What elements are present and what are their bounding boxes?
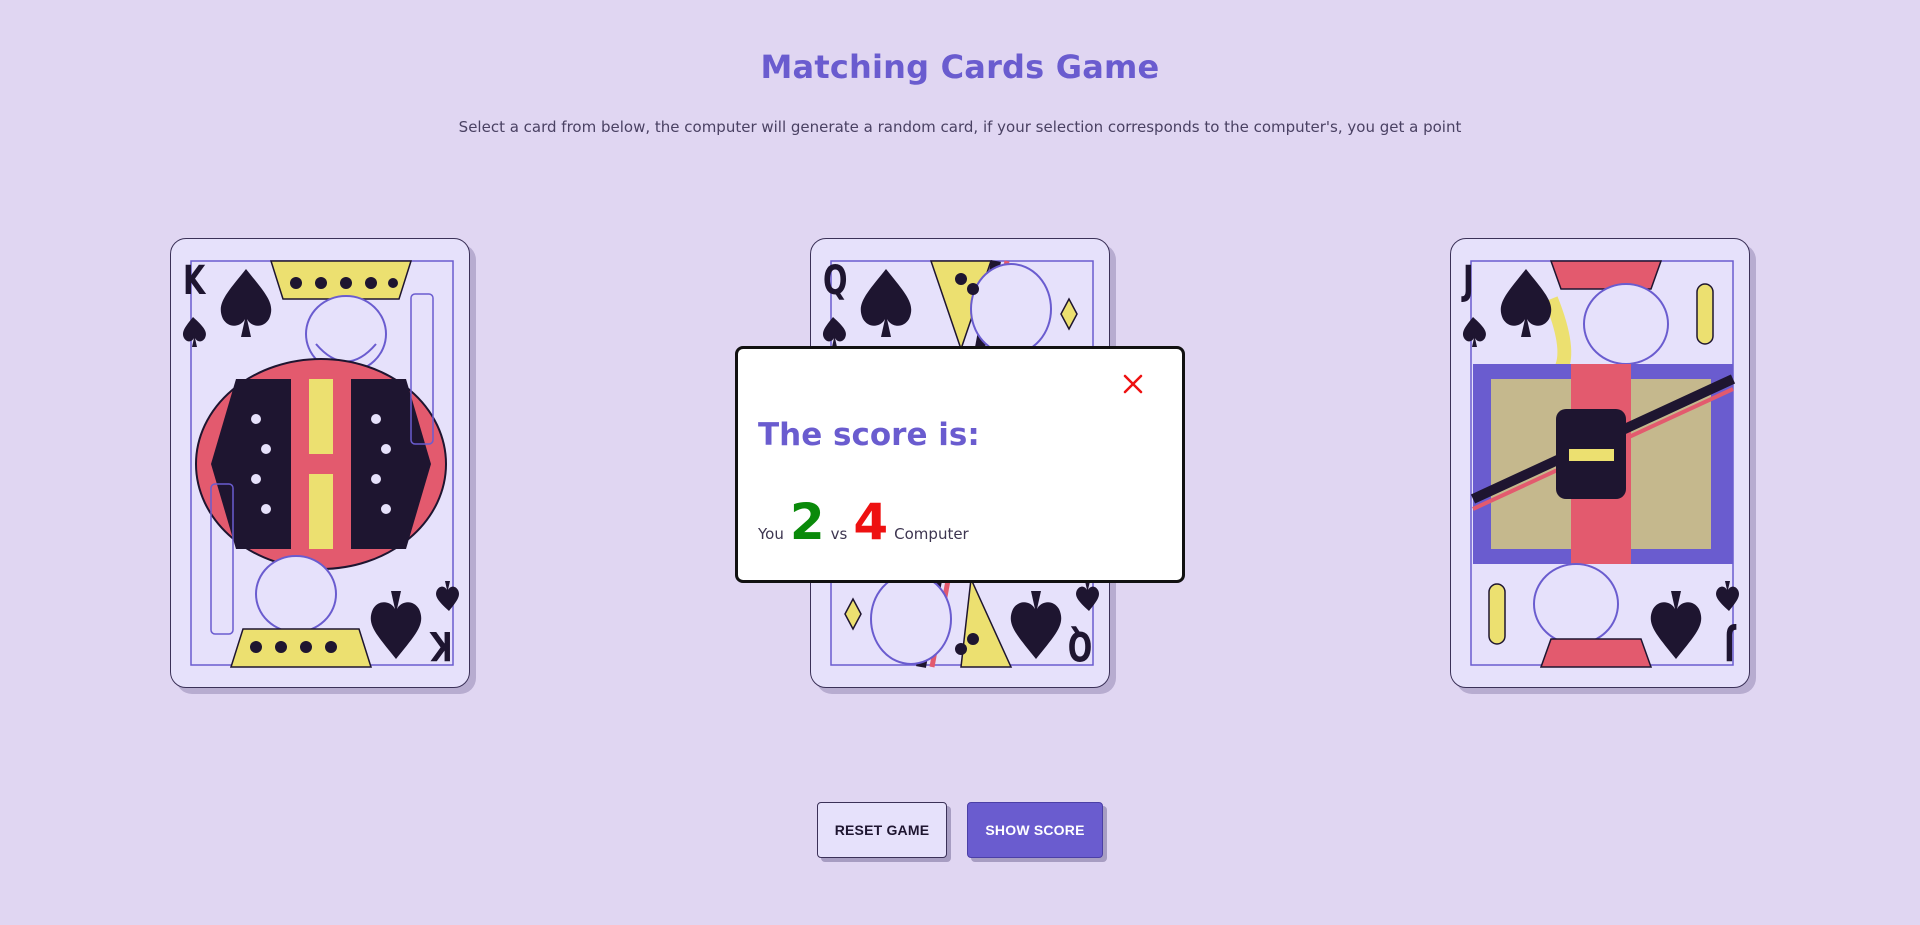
reset-game-button[interactable]: RESET GAME (817, 802, 947, 858)
card-king-of-spades[interactable]: K K (170, 238, 470, 688)
score-line: You 2 vs 4 Computer (758, 497, 969, 547)
vs-label: vs (830, 525, 848, 543)
you-label: You (758, 525, 784, 543)
jack-illustration (1463, 260, 1739, 668)
king-illustration (183, 260, 459, 668)
score-modal: The score is: You 2 vs 4 Computer (735, 346, 1185, 583)
computer-label: Computer (894, 525, 969, 543)
show-score-button[interactable]: SHOW SCORE (967, 802, 1103, 858)
card-rank-top: K (183, 258, 206, 304)
instructions-text: Select a card from below, the computer w… (458, 118, 1462, 136)
card-jack-of-spades[interactable]: J J (1450, 238, 1750, 688)
card-rank-top: J (1463, 258, 1474, 304)
close-icon[interactable] (1120, 371, 1146, 397)
page-title: Matching Cards Game (760, 48, 1160, 86)
computer-score: 4 (853, 493, 889, 551)
card-rank-bottom: Q (1067, 622, 1093, 668)
you-score: 2 (789, 493, 825, 551)
score-heading: The score is: (758, 417, 980, 453)
card-rank-top: Q (823, 258, 848, 304)
card-rank-bottom: K (430, 622, 453, 668)
game-page: Matching Cards Game Select a card from b… (0, 0, 1920, 925)
card-rank-bottom: J (1724, 622, 1735, 668)
